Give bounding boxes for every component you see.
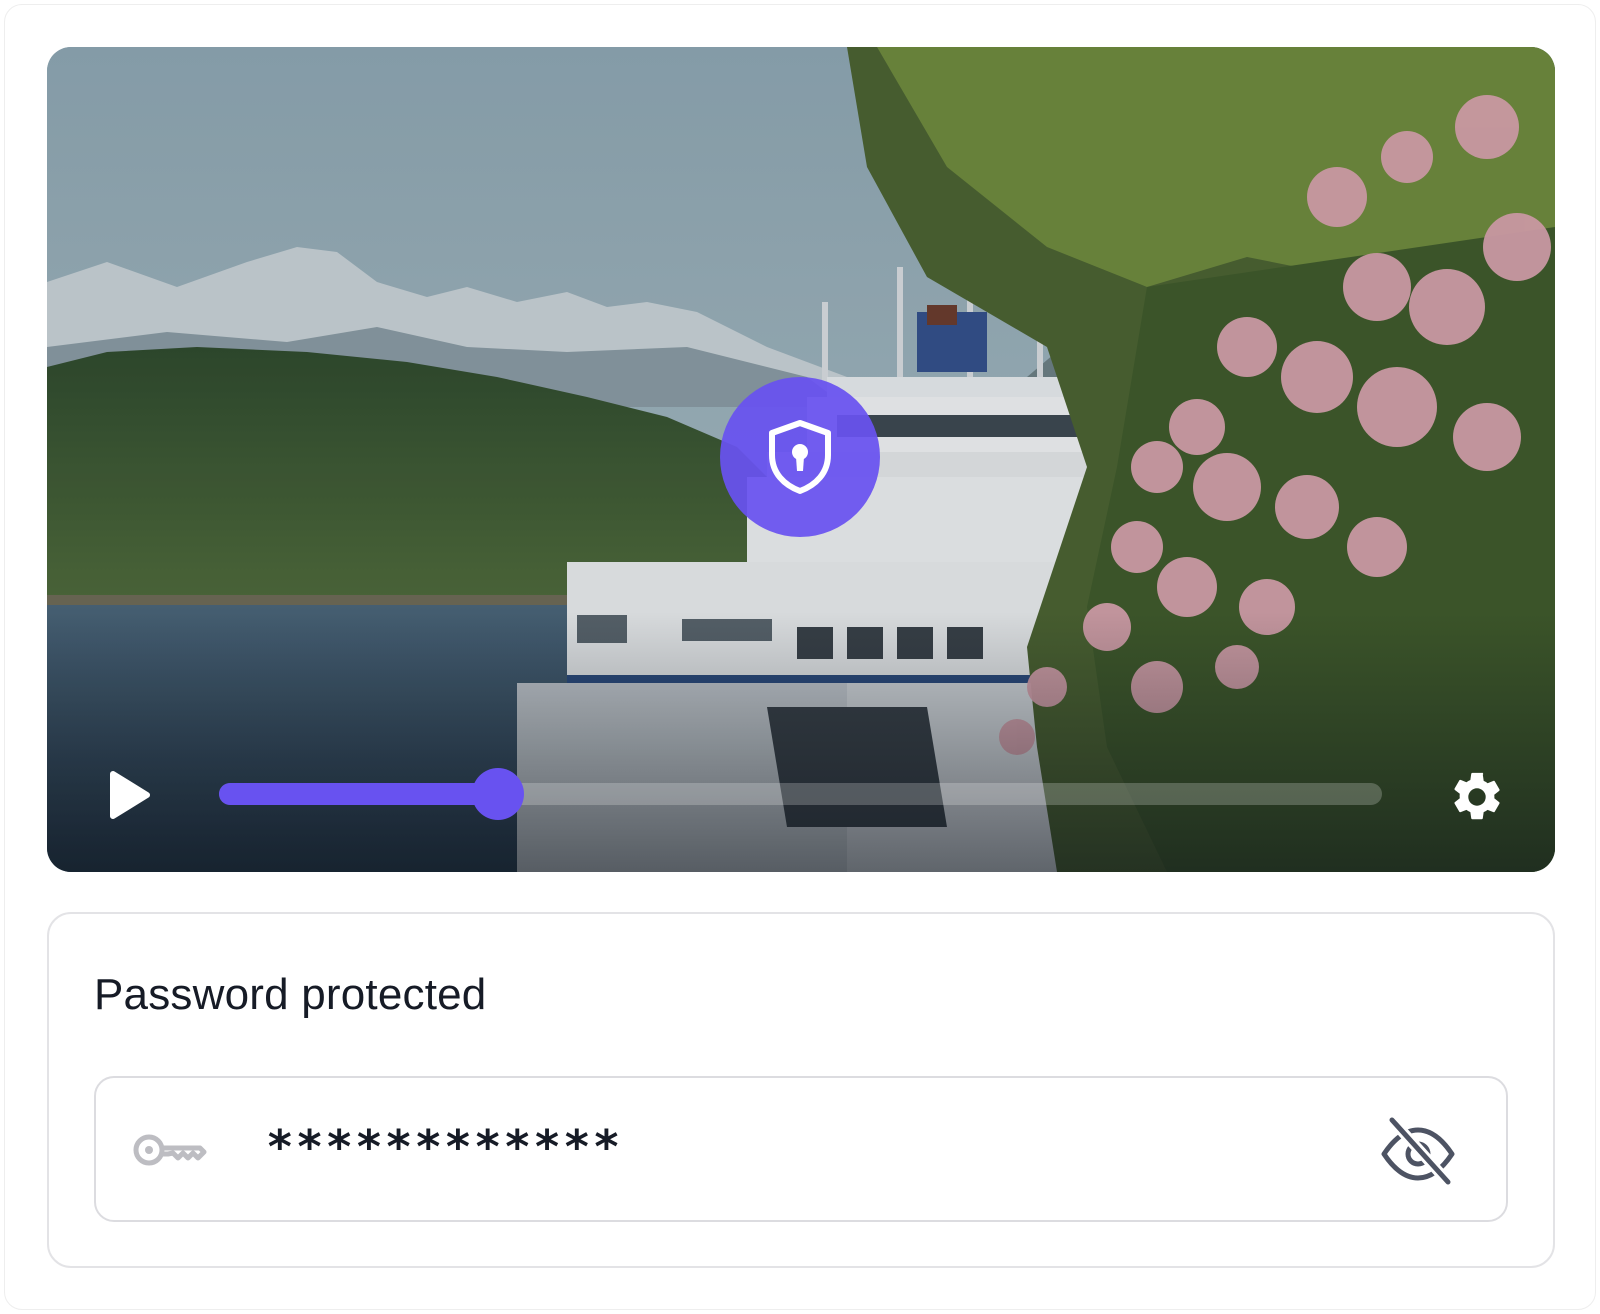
seek-bar-progress xyxy=(219,783,499,805)
card-title: Password protected xyxy=(94,970,487,1019)
password-field[interactable]: ************ xyxy=(94,1076,1508,1222)
gear-icon xyxy=(1454,772,1500,820)
seek-bar[interactable] xyxy=(219,768,1382,820)
eye-off-icon[interactable] xyxy=(1378,1116,1458,1186)
key-icon xyxy=(133,1134,207,1166)
seek-bar-thumb[interactable] xyxy=(472,768,525,820)
settings-button[interactable] xyxy=(1447,767,1507,827)
password-value[interactable]: ************ xyxy=(266,1120,622,1174)
play-icon xyxy=(110,771,150,819)
play-button[interactable] xyxy=(103,769,155,821)
shield-keyhole-icon xyxy=(769,420,831,494)
password-card: Password protected ************ xyxy=(47,912,1555,1268)
controls-gradient xyxy=(47,612,1555,872)
lock-badge xyxy=(720,377,880,537)
video-player[interactable] xyxy=(47,47,1555,872)
